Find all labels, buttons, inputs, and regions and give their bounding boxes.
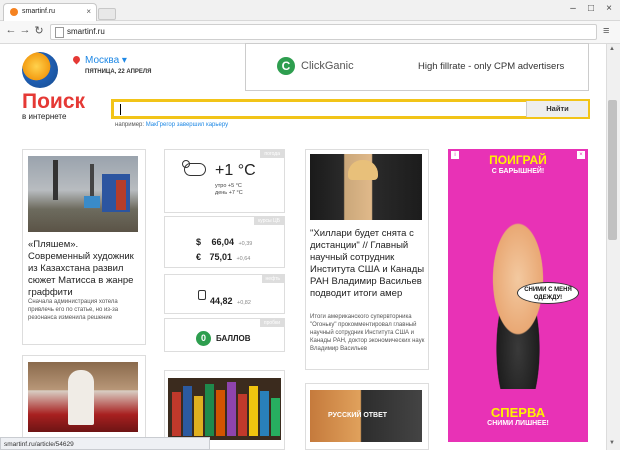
- dollar-icon: $: [196, 237, 202, 247]
- weather-forecast: утро +5 °C день +7 °C: [215, 183, 243, 196]
- address-bar[interactable]: smartinf.ru: [50, 24, 597, 40]
- search-logo-subtitle: в интернете: [22, 112, 67, 121]
- article-image[interactable]: РУССКИЙ ОТВЕТ: [310, 390, 422, 442]
- traffic-score-badge: 0: [196, 331, 211, 346]
- widget-label: пробки: [259, 319, 284, 327]
- side-ad-banner[interactable]: i × ПОИГРАЙ С БАРЫШНЕЙ! СНИМИ С МЕНЯ ОДЕ…: [448, 149, 588, 442]
- weather-widget[interactable]: погода: [164, 149, 285, 213]
- clickganic-logo-icon: C: [277, 57, 295, 75]
- weather-temperature: +1 °C: [215, 162, 256, 179]
- side-ad-bottom-title: СПЕРВА: [490, 405, 546, 420]
- ad-tagline: High fillrate - only CPM advertisers: [418, 61, 565, 72]
- scrollbar-thumb[interactable]: [608, 100, 617, 240]
- search-button[interactable]: Найти: [526, 101, 588, 117]
- debate-caption: РУССКИЙ ОТВЕТ: [328, 412, 388, 419]
- search-example-link[interactable]: МакГрегор завершил карьеру: [146, 122, 228, 128]
- side-ad-title: ПОИГРАЙ: [489, 153, 547, 167]
- forward-arrow-icon[interactable]: →: [19, 24, 31, 36]
- traffic-score-text: БАЛЛОВ: [216, 334, 251, 343]
- oil-price: 44,82 +0,82: [210, 296, 251, 306]
- article-image[interactable]: [28, 156, 138, 232]
- search-logo-title: Поиск: [22, 90, 86, 113]
- city-selector[interactable]: Москва ▾: [85, 55, 127, 66]
- scroll-up-icon[interactable]: ▲: [609, 46, 615, 52]
- side-ad-speech-bubble: СНИМИ С МЕНЯ ОДЕЖДУ!: [517, 282, 579, 304]
- article-image[interactable]: [28, 362, 138, 432]
- text-caret: [120, 104, 121, 115]
- ad-brand: ClickGanic: [301, 60, 354, 72]
- side-ad-subtitle: С БАРЫШНЕЙ!: [491, 168, 545, 175]
- page-icon: [55, 27, 64, 38]
- location-pin-icon: [71, 54, 82, 65]
- search-input[interactable]: [111, 99, 590, 119]
- widget-label: курсы ЦБ: [254, 217, 284, 225]
- scroll-down-icon[interactable]: ▼: [609, 440, 615, 446]
- site-favicon-icon: [10, 8, 18, 16]
- new-tab-button[interactable]: [98, 8, 116, 20]
- tab-title: smartinf.ru: [22, 8, 56, 15]
- address-bar-url: smartinf.ru: [67, 27, 105, 36]
- top-ad-banner[interactable]: C ClickGanic High fillrate - only CPM ad…: [245, 43, 589, 91]
- site-logo[interactable]: [22, 52, 58, 88]
- status-bar-url: smartinf.ru/article/54629: [0, 437, 210, 450]
- tab-close-icon[interactable]: ×: [86, 7, 91, 16]
- article-summary: Сначала администрация хотела привлечь ег…: [28, 299, 119, 321]
- article-image[interactable]: [310, 154, 422, 220]
- widget-label: погода: [260, 150, 284, 158]
- euro-icon: €: [196, 252, 202, 262]
- article-image[interactable]: [168, 378, 281, 440]
- back-arrow-icon[interactable]: ←: [5, 24, 17, 36]
- current-date: ПЯТНИЦА, 22 АПРЕЛЯ: [85, 69, 152, 75]
- widget-label: нефть: [261, 275, 284, 283]
- article-title[interactable]: "Хиллари будет снята с дистанции" // Гла…: [310, 228, 426, 300]
- close-window-button[interactable]: ×: [602, 3, 616, 14]
- minimize-button[interactable]: –: [566, 3, 580, 14]
- article-title[interactable]: «Пляшем». Современный художник из Казахс…: [28, 239, 138, 299]
- weather-cloud-icon: [184, 163, 206, 176]
- maximize-button[interactable]: □: [584, 3, 598, 14]
- eur-rate: € 75,01 +0,64: [196, 252, 251, 262]
- oil-barrel-icon: [198, 290, 206, 300]
- reload-icon[interactable]: ↻: [33, 24, 45, 37]
- article-summary: Итоги американского супервторника "Огонь…: [310, 314, 425, 352]
- menu-icon[interactable]: ≡: [603, 25, 609, 37]
- search-example: например: МакГрегор завершил карьеру: [115, 122, 229, 128]
- side-ad-bottom-subtitle: СНИМИ ЛИШНЕЕ!: [487, 420, 549, 427]
- browser-tab[interactable]: smartinf.ru ×: [3, 3, 97, 21]
